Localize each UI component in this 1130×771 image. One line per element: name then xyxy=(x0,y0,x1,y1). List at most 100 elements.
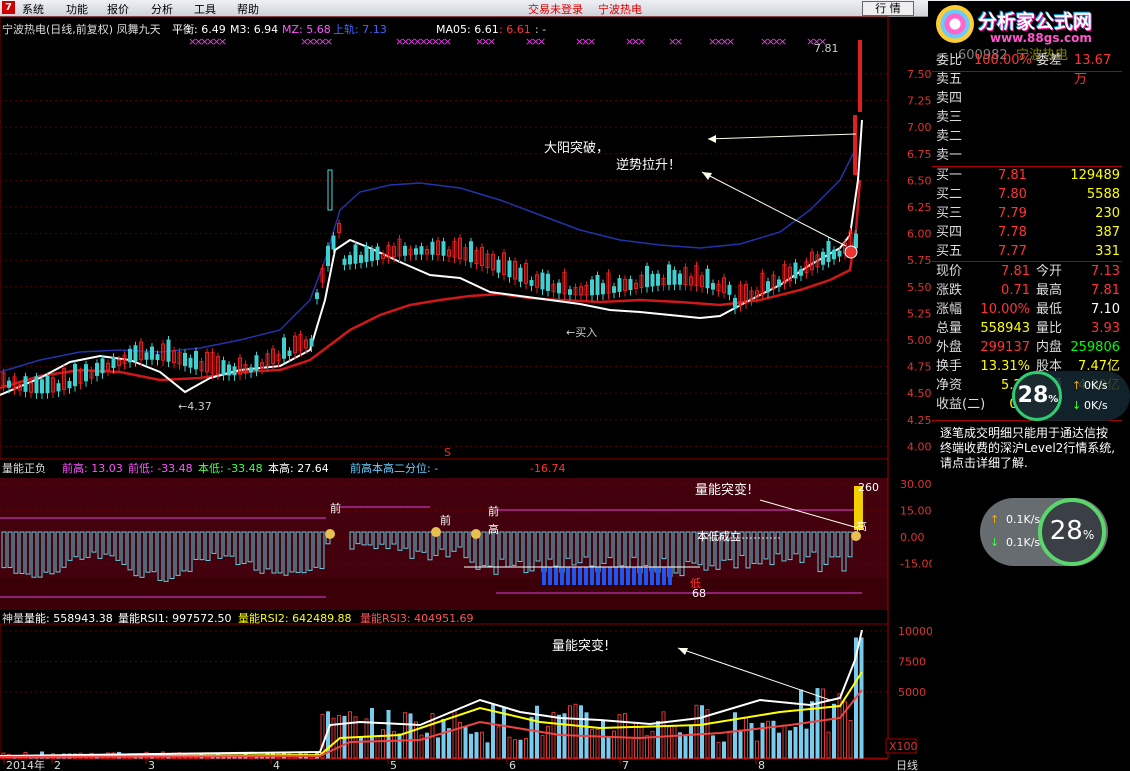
buy-label: 买一 xyxy=(936,168,963,183)
candle-body xyxy=(766,281,770,293)
volume-bar xyxy=(447,728,451,759)
candle-body xyxy=(342,258,347,265)
sell-label: 卖三 xyxy=(936,110,963,125)
volume-bar xyxy=(408,713,413,759)
buy-price: 7.80 xyxy=(998,187,1027,202)
candle-body xyxy=(617,278,622,292)
net-speed-widget[interactable]: 28% ↑ 0K/s ↓ 0K/s xyxy=(1012,371,1130,421)
volume-bar xyxy=(815,688,820,759)
ind1-bar-blue xyxy=(608,567,612,585)
date-label: 8 xyxy=(758,759,765,771)
ind1-bar-blue xyxy=(650,567,654,585)
buy-volume: 230 xyxy=(1095,206,1120,221)
date-label: 3 xyxy=(148,759,155,771)
stat-row[interactable]: 涨跌 0.71 最高 7.81 xyxy=(936,281,1122,300)
candle-body xyxy=(95,362,99,376)
ind1-bar-blue xyxy=(656,567,660,585)
sell-row[interactable]: 卖一 xyxy=(936,146,1122,165)
ind1-tick-label: 0.00 xyxy=(900,531,925,544)
volume-bar xyxy=(804,728,809,759)
candle-body xyxy=(128,348,132,363)
cross-mark: × xyxy=(587,35,596,48)
candle-body xyxy=(287,350,292,356)
candle-body xyxy=(601,283,605,295)
stat-row[interactable]: 涨幅 10.00% 最低 7.10 xyxy=(936,300,1122,319)
chart-title: 宁波热电(日线,前复权) 凤舞九天 xyxy=(2,22,161,36)
candle-body xyxy=(507,260,512,278)
brand-logo: 分析家公式网 www.88gs.com xyxy=(928,1,1130,47)
buy-price: 7.77 xyxy=(998,244,1027,259)
volume-bar xyxy=(859,637,864,759)
ind1-bar-blue xyxy=(554,567,558,585)
down-arrow-icon: ↓ xyxy=(990,536,1000,549)
candle-body xyxy=(678,273,682,285)
candle-body xyxy=(315,292,319,299)
price-tick-label: 4.50 xyxy=(907,387,932,400)
weibi-row: 委比 100.00% 委差 13.67万 xyxy=(936,51,1122,87)
signal-ball-icon xyxy=(844,245,858,259)
stat-value: 10.00% xyxy=(980,302,1030,317)
ind1-bar-blue xyxy=(578,567,582,585)
buy-row[interactable]: 买五 7.77 331 xyxy=(936,242,1122,261)
stat-label: 内盘 xyxy=(1036,340,1063,355)
ind1-qiandi: 前低: -33.48 xyxy=(128,461,193,475)
buy-volume: 387 xyxy=(1095,225,1120,240)
ind2-tick-label: 10000 xyxy=(898,625,932,638)
volume-bar xyxy=(518,739,523,759)
volume-bar xyxy=(469,733,473,759)
chart-area[interactable]: 7.50 7.25 7.00 6.75 6.50 6.25 6.00 5.75 5.50 5.25… xyxy=(0,0,932,771)
candle-body xyxy=(672,270,677,285)
candle-body xyxy=(45,376,50,394)
buy-row[interactable]: 买二 7.80 5588 xyxy=(936,185,1122,204)
buy-price: 7.81 xyxy=(998,168,1027,183)
ind2-name: 神量 xyxy=(2,611,24,625)
candle-body xyxy=(595,274,600,295)
cross-mark: × xyxy=(324,35,333,48)
sell-row[interactable]: 卖五 xyxy=(936,70,1122,89)
price-tick-label: 5.75 xyxy=(907,254,932,267)
candle-body xyxy=(353,244,358,264)
stat-row[interactable]: 现价 7.81 今开 7.13 xyxy=(936,262,1122,281)
level2-note[interactable]: 逐笔成交明细只能用于通达信按终端收费的深沪Level2行情系统,请点击详细了解. xyxy=(940,426,1118,471)
stat-value: 7.81 xyxy=(1001,264,1030,279)
volume-bar xyxy=(683,735,688,759)
sell-row[interactable]: 卖四 xyxy=(936,89,1122,108)
buy-row[interactable]: 买三 7.79 230 xyxy=(936,204,1122,223)
price-tick-label: 5.25 xyxy=(907,307,932,320)
stat-label: 最高 xyxy=(1036,283,1063,298)
ind1-bar-blue xyxy=(662,567,666,585)
volume-bar xyxy=(788,730,792,759)
candle-body xyxy=(821,251,825,265)
volume-bar xyxy=(386,709,391,759)
sell-row[interactable]: 卖三 xyxy=(936,108,1122,127)
gao-mark-1: 高 xyxy=(488,522,499,536)
s-marker: S xyxy=(444,446,451,459)
m3-value: M3: 6.94 xyxy=(230,23,278,36)
candle-body xyxy=(727,284,732,295)
candle-body xyxy=(568,289,572,295)
volume-bar xyxy=(397,733,402,759)
ind1-bar-blue xyxy=(566,567,570,585)
buy-row[interactable]: 买四 7.78 387 xyxy=(936,223,1122,242)
buy-label: 买五 xyxy=(936,244,963,259)
candle-body xyxy=(144,352,149,360)
stat-row[interactable]: 外盘 299137 内盘 259806 xyxy=(936,338,1122,357)
ind2-tick-label: 5000 xyxy=(898,686,926,699)
stat-value: 0.71 xyxy=(1001,283,1030,298)
candle-body xyxy=(221,360,226,376)
low-price-label: ←4.37 xyxy=(178,400,212,413)
sell-row[interactable]: 卖二 xyxy=(936,127,1122,146)
moneybag-icon xyxy=(471,529,481,539)
stat-label: 净资 xyxy=(936,378,963,393)
ind2-tick-label: 7500 xyxy=(898,656,926,669)
period-label[interactable]: 日线 xyxy=(896,758,918,771)
candle-body xyxy=(254,355,259,371)
stat-row[interactable]: 总量 558943 量比 3.93 xyxy=(936,319,1122,338)
volume-bar xyxy=(689,726,693,759)
candle-body xyxy=(733,297,737,309)
buy-row[interactable]: 买一 7.81 129489 xyxy=(936,166,1122,185)
net-speed-widget-2[interactable]: ↑ 0.1K/s ↓ 0.1K/s 28% xyxy=(980,498,1108,566)
price-tick-label: 4.00 xyxy=(907,440,932,453)
candle-body xyxy=(326,245,330,267)
stat-label: 总量 xyxy=(936,321,963,336)
